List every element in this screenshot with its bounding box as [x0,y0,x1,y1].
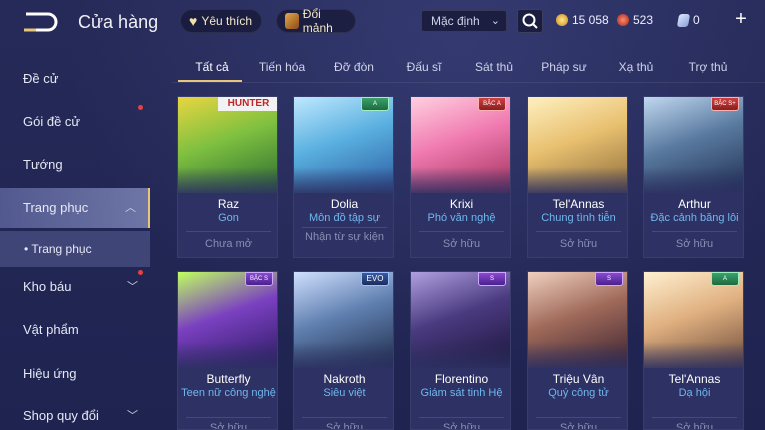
tab-support[interactable]: Trợ thủ [678,56,738,80]
sidebar-item-recommended[interactable]: Đề cử [0,61,150,97]
back-button[interactable] [22,10,62,34]
search-icon [522,13,538,29]
plus-icon: + [735,8,747,30]
skin-card[interactable]: A Dolia Môn đồ tập sự Nhận từ sự kiện [293,96,394,258]
header: Cửa hàng ♥ Yêu thích Đổi mảnh Mặc định ⌄… [0,0,765,42]
ticket-icon [676,13,691,27]
chevron-down-icon: ﹀ [127,410,138,422]
skin-name: Siêu việt [323,387,366,399]
rank-badge: BẬC S [245,272,273,286]
skin-card[interactable]: S Triệu Vân Quý công tử Sở hữu [527,271,628,430]
ownership-status: Sở hữu [325,422,364,430]
exchange-fragments-button[interactable]: Đổi mảnh [276,7,356,35]
add-currency-button[interactable]: + [731,7,751,31]
skin-card[interactable]: BẬC S+ Arthur Đặc cảnh băng lôi Sở hữu [643,96,744,258]
ownership-status: Sở hữu [675,422,714,430]
rank-badge: BẬC S+ [711,97,739,111]
hunter-logo: HUNTER [218,97,277,111]
tab-fighter[interactable]: Đấu sĩ [394,56,454,80]
tab-evolution[interactable]: Tiến hóa [252,56,312,80]
skin-name: Đặc cảnh băng lôi [650,212,739,224]
rank-badge: S [595,272,623,286]
rank-badge: BẬC A [478,97,506,111]
sidebar-item-effects[interactable]: Hiệu ứng [0,356,150,392]
rank-badge: EVO [361,272,389,286]
hero-name: Florentino [434,372,489,386]
skin-name: Giám sát tinh Hệ [420,387,503,399]
gold-currency: 15 058 [556,9,609,31]
skin-name: Môn đồ tập sự [309,212,380,224]
hero-name: Dolia [330,197,359,211]
skin-name: Quý công tử [548,387,609,399]
hero-name: Triệu Vân [552,372,605,386]
skin-card[interactable]: S Florentino Giám sát tinh Hệ Sở hữu [410,271,511,430]
ownership-status: Sở hữu [209,422,248,430]
ticket-currency: 0 [676,9,700,31]
back-arrow-icon [24,12,58,32]
ownership-status: Sở hữu [442,422,481,430]
page-title: Cửa hàng [78,12,159,32]
skin-card[interactable]: Tel'Annas Chung tình tiễn Sở hữu [527,96,628,258]
sidebar-item-skins[interactable]: Trang phục ︿ [0,188,150,228]
skin-card[interactable]: HUNTER Raz Gon Chưa mở [177,96,278,258]
ownership-status: Nhận từ sự kiện [305,231,384,243]
hero-name: Nakroth [323,372,366,386]
ownership-status: Sở hữu [559,422,598,430]
chevron-down-icon: ⌄ [490,15,500,27]
hero-name: Arthur [678,197,711,211]
sort-dropdown[interactable]: Mặc định ⌄ [421,10,507,32]
tab-marksman[interactable]: Xạ thủ [606,56,666,80]
sidebar-item-recommended-packs[interactable]: Gói đề cử [0,104,150,140]
skin-name: Phó văn nghệ [427,212,496,224]
skin-card[interactable]: BẬC A Krixi Phó văn nghệ Sở hữu [410,96,511,258]
chevron-up-icon: ︿ [125,202,136,214]
ownership-status: Sở hữu [559,238,598,250]
exchange-label: Đổi mảnh [302,7,333,35]
heart-icon: ♥ [189,13,198,29]
sidebar-item-exchange-shop[interactable]: Shop quy đổi ﹀ [0,398,150,430]
skin-name: Dạ hội [678,387,711,399]
tab-tank[interactable]: Đỡ đòn [324,56,384,80]
gem-icon [617,14,629,26]
skin-card[interactable]: EVO Nakroth Siêu việt Sở hữu [293,271,394,430]
hero-name: Raz [217,197,240,211]
tab-assassin[interactable]: Sát thủ [464,56,524,80]
skin-name: Gon [218,212,239,224]
favorites-label: Yêu thích [201,14,253,28]
hero-name: Butterfly [206,372,251,386]
skin-name: Chung tình tiễn [541,212,616,224]
hero-name: Tel'Annas [552,197,605,211]
sidebar-subitem-skins[interactable]: • Trang phục [0,231,150,267]
tab-mage[interactable]: Pháp sư [534,56,594,80]
rank-badge: A [361,97,389,111]
sort-value: Mặc định [431,14,480,28]
ownership-status: Chưa mở [205,238,252,250]
tab-all[interactable]: Tất cả [180,56,244,80]
sidebar-item-heroes[interactable]: Tướng [0,147,150,183]
favorites-button[interactable]: ♥ Yêu thích [180,9,262,33]
gold-coin-icon [556,14,568,26]
ownership-status: Sở hữu [442,238,481,250]
divider [172,82,765,83]
skin-card[interactable]: BẬC S Butterfly Teen nữ công nghệ Sở hữu [177,271,278,430]
notification-dot [138,270,143,275]
skin-card[interactable]: A Tel'Annas Dạ hội Sở hữu [643,271,744,430]
notification-dot [138,105,143,110]
fragment-icon [285,13,299,29]
rank-badge: A [711,272,739,286]
chevron-down-icon: ﹀ [127,281,138,293]
sidebar-item-items[interactable]: Vật phẩm [0,312,150,348]
ownership-status: Sở hữu [675,238,714,250]
search-button[interactable] [517,9,543,33]
hero-name: Tel'Annas [668,372,721,386]
skin-name: Teen nữ công nghệ [181,387,276,399]
hero-name: Krixi [449,197,474,211]
rank-badge: S [478,272,506,286]
category-tabs: Tất cả Tiến hóa Đỡ đòn Đấu sĩ Sát thủ Ph… [172,56,765,80]
sidebar-item-treasure[interactable]: Kho báu ﹀ [0,269,150,305]
gem-currency: 523 [617,9,653,31]
